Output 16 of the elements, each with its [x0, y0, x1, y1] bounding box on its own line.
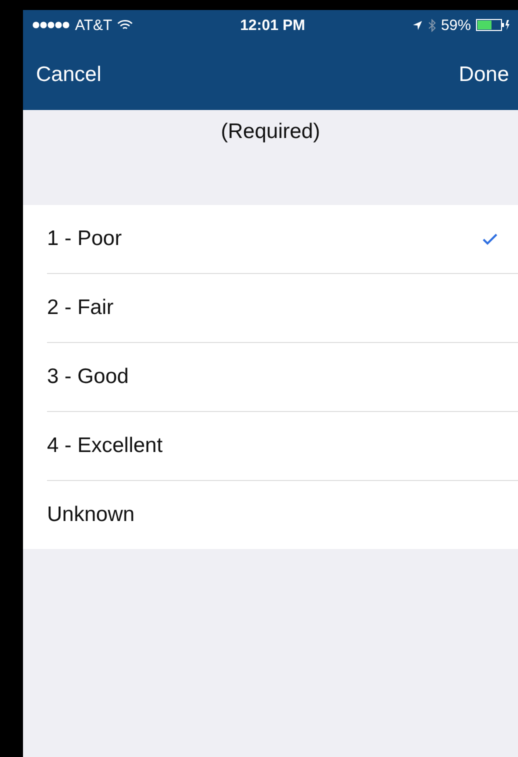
- carrier-name: AT&T: [75, 16, 112, 34]
- battery-icon: [476, 19, 510, 31]
- option-row[interactable]: 2 - Fair: [47, 274, 518, 343]
- option-row[interactable]: 4 - Excellent: [47, 412, 518, 481]
- done-button[interactable]: Done: [458, 63, 509, 87]
- option-row[interactable]: 3 - Good: [47, 343, 518, 412]
- status-time: 12:01 PM: [240, 16, 306, 34]
- location-icon: [412, 20, 423, 30]
- cancel-button[interactable]: Cancel: [36, 63, 102, 87]
- option-row[interactable]: 1 - Poor: [47, 205, 518, 274]
- option-row[interactable]: Unknown: [47, 481, 518, 549]
- signal-icon: [32, 21, 70, 29]
- section-header: (Required): [220, 120, 320, 145]
- bluetooth-icon: [428, 18, 436, 32]
- wifi-icon: [117, 19, 134, 31]
- battery-percent: 59%: [440, 16, 471, 34]
